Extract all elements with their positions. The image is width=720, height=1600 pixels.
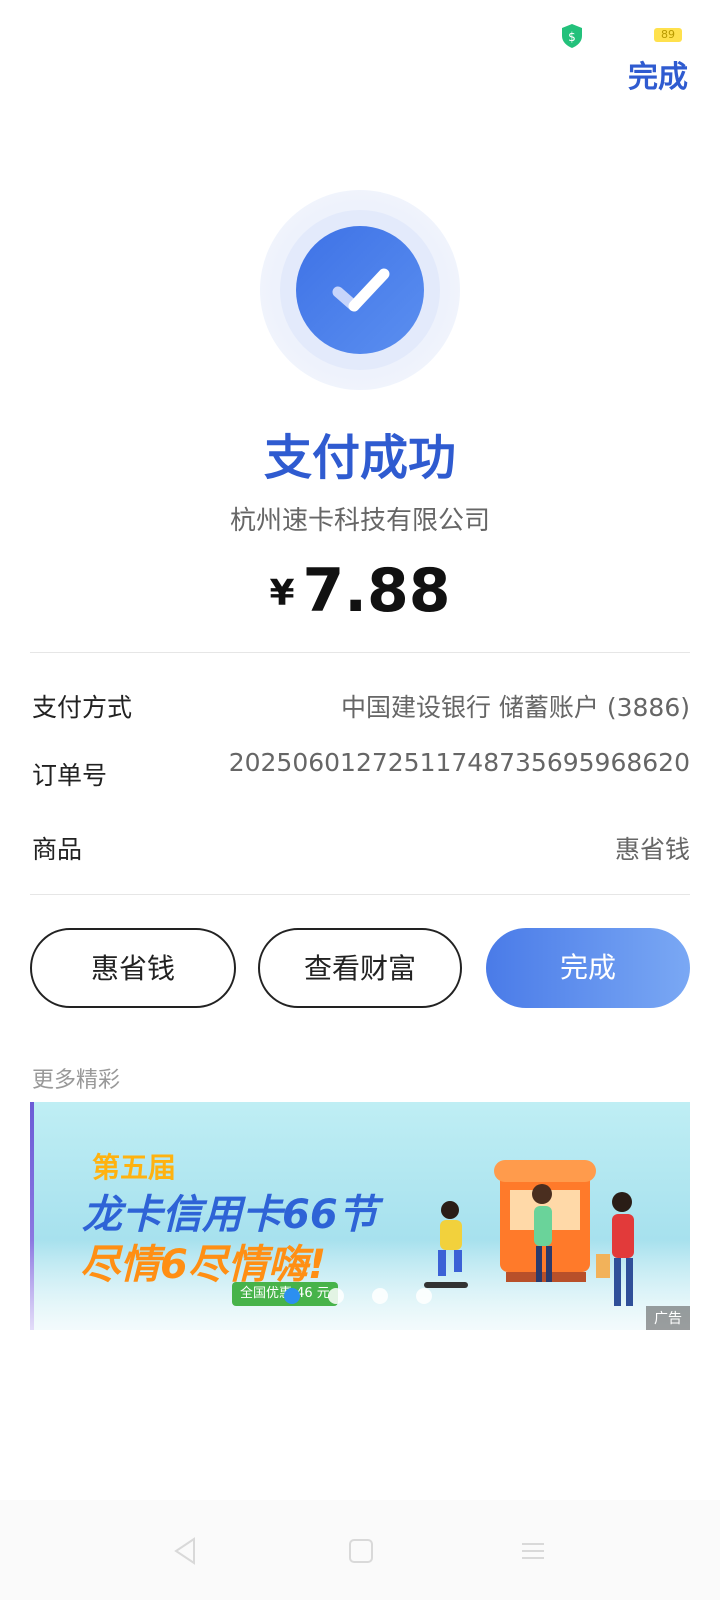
back-nav-icon[interactable] (172, 1536, 198, 1566)
currency-symbol: ¥ (269, 573, 295, 614)
battery-indicator: 89 (654, 28, 682, 42)
carousel-dot[interactable] (284, 1288, 300, 1304)
shield-icon: $ (562, 24, 582, 48)
detail-value: 中国建设银行 储蓄账户 (3886) (340, 693, 690, 722)
banner-illustration (424, 1160, 634, 1306)
detail-value: 2025060127251174873569596862​0 (228, 748, 690, 777)
huishengqian-button[interactable]: 惠省钱 (30, 928, 236, 1008)
svg-text:$: $ (568, 30, 576, 44)
carousel-dot[interactable] (416, 1288, 432, 1304)
view-wealth-button[interactable]: 查看财富 (258, 928, 462, 1008)
detail-label: 商品 (32, 835, 83, 864)
done-button[interactable]: 完成 (486, 928, 690, 1008)
home-nav-icon[interactable] (348, 1536, 374, 1566)
payment-success-title: 支付成功 (263, 430, 456, 486)
merchant-name: 杭州速卡科技有限公司 (229, 506, 490, 536)
ad-label: 广告 (646, 1306, 690, 1330)
checkmark-icon (296, 226, 424, 354)
divider (30, 652, 690, 653)
detail-label: 支付方式 (32, 693, 133, 722)
carousel-dot[interactable] (372, 1288, 388, 1304)
system-nav-bar (0, 1500, 720, 1600)
divider (30, 894, 690, 895)
menu-nav-icon[interactable] (520, 1536, 546, 1566)
status-bar: $ 89 (0, 0, 720, 60)
detail-label: 订单号 (32, 761, 108, 790)
amount: ¥7.88 (0, 556, 720, 626)
carousel-dot[interactable] (328, 1288, 344, 1304)
more-section-title: 更多精彩 (32, 1068, 121, 1093)
done-button-top[interactable]: 完成 (628, 52, 688, 96)
banner-line-1: 第五届 (92, 1151, 177, 1184)
success-icon-halo (260, 190, 460, 390)
detail-value: 惠省钱 (614, 835, 690, 864)
amount-value: 7.88 (302, 556, 451, 626)
promo-banner[interactable]: 第五届 龙卡信用卡66节 尽情6尽情嗨! 全国优惠 46 元 广告 (30, 1102, 690, 1330)
